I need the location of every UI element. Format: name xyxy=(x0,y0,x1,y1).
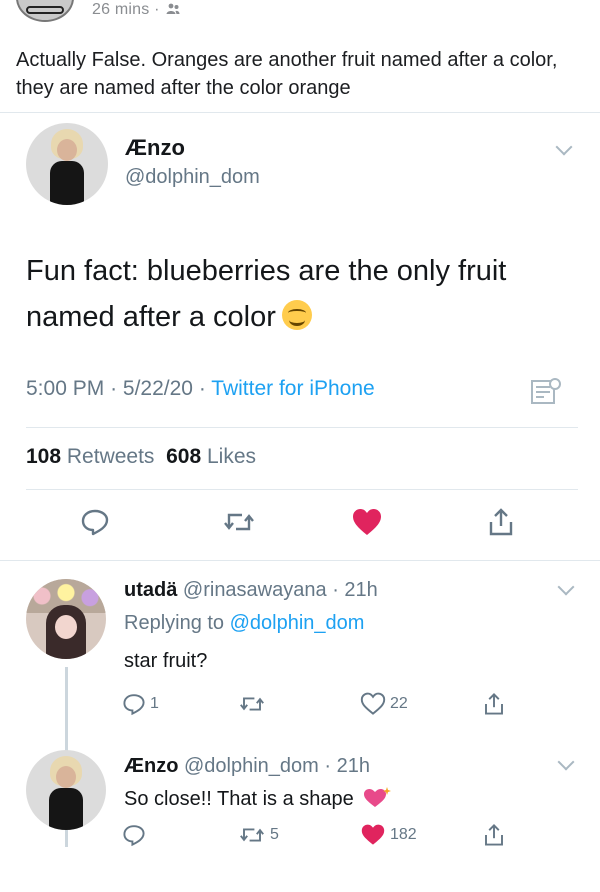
tweet-engagement-counts[interactable]: 108 Retweets 608 Likes xyxy=(26,445,256,469)
chevron-down-icon[interactable] xyxy=(555,138,573,156)
tweet-author-avatar[interactable] xyxy=(26,123,108,205)
like-button[interactable]: 22 xyxy=(360,689,408,719)
tweet-card: Ænzo @dolphin_dom Fun fact: blueberries … xyxy=(0,112,600,542)
reply-button[interactable]: 1 xyxy=(122,689,159,719)
share-button[interactable] xyxy=(482,820,506,850)
sparkling-heart-icon xyxy=(364,787,392,807)
reply-text: So close!! That is a shape xyxy=(124,786,392,811)
chevron-down-icon[interactable] xyxy=(557,578,575,596)
reply-actions: 1 22 xyxy=(0,689,600,723)
divider xyxy=(26,489,578,490)
post-time[interactable]: 26 mins xyxy=(92,1,149,18)
share-icon xyxy=(485,824,503,846)
tweet-analytics-icon[interactable] xyxy=(530,377,562,407)
reply-actions: 5 182 xyxy=(0,820,600,854)
reply-author[interactable]: Ænzo @dolphin_dom · 21h xyxy=(124,755,370,778)
tweet-source-link[interactable]: Twitter for iPhone xyxy=(211,377,374,400)
like-heart-icon xyxy=(361,824,385,845)
replying-to: Replying to @dolphin_dom xyxy=(124,612,365,634)
heart-outline-icon xyxy=(360,692,386,715)
reply-author[interactable]: utadä @rinasawayana · 21h xyxy=(124,579,378,602)
poster-avatar[interactable] xyxy=(16,0,74,22)
tweet-timestamp: 5:00 PM · 5/22/20 · Twitter for iPhone xyxy=(26,377,375,400)
retweet-button[interactable] xyxy=(238,689,266,719)
replying-to-mention[interactable]: @dolphin_dom xyxy=(230,612,365,634)
reply-icon xyxy=(123,825,145,847)
share-icon xyxy=(485,693,503,715)
retweet-icon xyxy=(240,828,264,842)
reply-author-avatar[interactable] xyxy=(26,750,106,830)
reply-icon[interactable] xyxy=(78,505,112,539)
tweet-actions xyxy=(0,505,600,545)
reply-tweet: utadä @rinasawayana · 21h Replying to @d… xyxy=(0,560,600,847)
reply-icon xyxy=(123,694,145,716)
smiling-face-icon xyxy=(281,300,312,330)
share-icon[interactable] xyxy=(484,505,518,539)
reply-author-avatar[interactable] xyxy=(26,579,106,659)
reply-text: star fruit? xyxy=(124,650,208,672)
post-meta: 26 mins · xyxy=(92,1,180,19)
reply-button[interactable] xyxy=(122,820,146,850)
facebook-post-header: 26 mins · xyxy=(0,0,600,28)
chevron-down-icon[interactable] xyxy=(557,753,575,771)
retweet-icon xyxy=(240,697,264,711)
tweet-text: Fun fact: blueberries are the only fruit… xyxy=(26,255,507,333)
tweet-author-name[interactable]: Ænzo xyxy=(125,135,185,161)
people-icon xyxy=(166,3,180,14)
tweet-author-handle[interactable]: @dolphin_dom xyxy=(125,166,260,189)
like-heart-icon[interactable] xyxy=(350,505,384,539)
like-button[interactable]: 182 xyxy=(360,820,417,850)
post-caption: Actually False. Oranges are another frui… xyxy=(16,49,558,99)
retweet-icon[interactable] xyxy=(222,505,256,539)
retweet-button[interactable]: 5 xyxy=(238,820,279,850)
divider xyxy=(26,427,578,428)
reply-tweet: Ænzo @dolphin_dom · 21h So close!! That … xyxy=(0,740,600,892)
share-button[interactable] xyxy=(482,689,506,719)
